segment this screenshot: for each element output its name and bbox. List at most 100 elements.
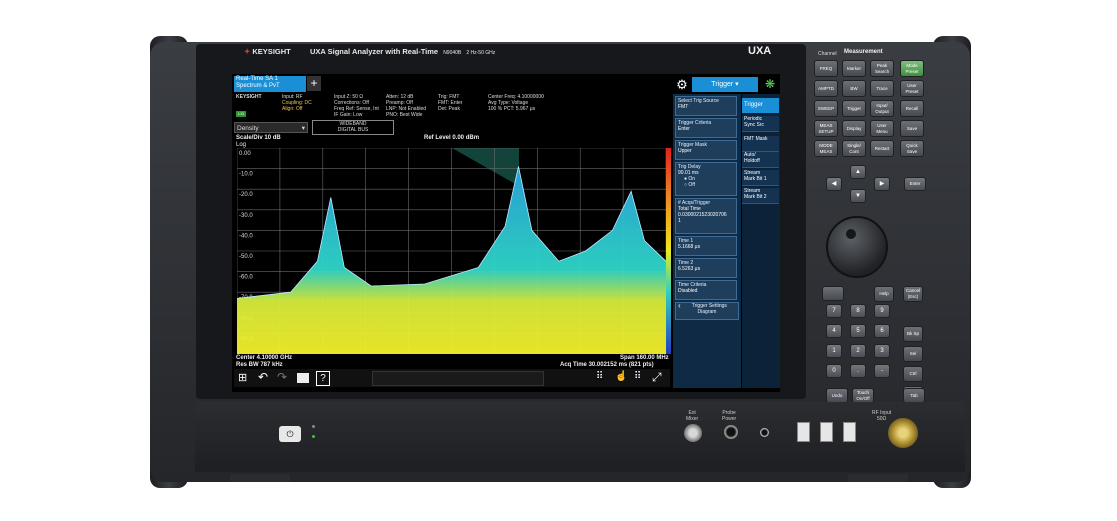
- bottom-key-undo[interactable]: Undo: [826, 388, 848, 403]
- status-col1: Input: RF Coupling: DC Align: Off: [282, 94, 312, 112]
- key-save[interactable]: Save: [900, 120, 924, 137]
- status-col4: Trig: FMT FMT: Enter Det: Peak: [438, 94, 462, 112]
- trigger-item-0[interactable]: Select Trig Source FMT: [675, 96, 737, 116]
- measurement-label: Measurement: [844, 49, 883, 55]
- marker-toolbar[interactable]: [372, 371, 544, 386]
- numpad-key[interactable]: -: [874, 364, 890, 378]
- key-input-output[interactable]: Input/ Output: [870, 100, 894, 117]
- side-key-sel[interactable]: Sel: [903, 346, 923, 362]
- channel-label: Channel: [818, 51, 837, 57]
- trigger-item-1[interactable]: Trigger Criteria Enter: [675, 118, 737, 138]
- key-amptd[interactable]: AMPTD: [814, 80, 838, 97]
- key-display[interactable]: Display: [842, 120, 866, 137]
- sync-icon[interactable]: ❋: [762, 76, 778, 92]
- trigger-item-5[interactable]: Time 1 5.1668 μs: [675, 236, 737, 256]
- add-tab-button[interactable]: +: [307, 76, 321, 91]
- side-key-ctrl[interactable]: Ctrl: [903, 366, 923, 382]
- numpad-key[interactable]: 7: [826, 304, 842, 318]
- spectrum-display[interactable]: 0.00-10.0-20.0-30.0-40.0-50.0-60.0-70.0-…: [237, 148, 671, 354]
- windows-icon[interactable]: ⊞: [238, 371, 247, 384]
- key-marker[interactable]: Marker: [842, 60, 866, 77]
- side-tab-5[interactable]: Stream Mark Bit 2: [742, 188, 779, 204]
- side-key-cancel-esc[interactable]: Cancel (Esc): [903, 286, 923, 302]
- bottom-key-tab[interactable]: Tab: [903, 388, 925, 403]
- numpad-key[interactable]: 2: [850, 344, 866, 358]
- key-bw[interactable]: BW: [842, 80, 866, 97]
- side-tab-2[interactable]: FMT Mask: [742, 136, 779, 152]
- rf-input-connector-icon[interactable]: [888, 418, 918, 448]
- key-quick-save[interactable]: Quick Save: [900, 140, 924, 157]
- folder-icon[interactable]: [297, 373, 309, 383]
- status-col3: Atten: 12 dB Preamp: Off LNP: Not Enable…: [386, 94, 426, 118]
- side-key-help[interactable]: Help: [874, 286, 894, 302]
- power-button[interactable]: ⏻: [279, 426, 301, 442]
- key-mode-preset[interactable]: Mode Preset: [900, 60, 924, 77]
- redo-icon[interactable]: ↷: [277, 370, 287, 384]
- undo-icon[interactable]: ↶: [258, 370, 268, 384]
- numpad-key[interactable]: 4: [826, 324, 842, 338]
- numpad-key[interactable]: 1: [826, 344, 842, 358]
- dots-icon[interactable]: ⠿: [634, 371, 641, 382]
- numpad-key[interactable]: 5: [850, 324, 866, 338]
- enter-button[interactable]: Enter: [904, 177, 926, 191]
- trigger-item-6[interactable]: Time 2 6.5263 μs: [675, 258, 737, 278]
- trigger-item-3[interactable]: Trig Delay 90.01 ms ● On ○ Off: [675, 162, 737, 196]
- probe-power-port-icon[interactable]: [724, 425, 738, 439]
- key-mode-meas[interactable]: MODE MEAS: [814, 140, 838, 157]
- side-tab-0[interactable]: Trigger: [742, 98, 779, 113]
- key-freq[interactable]: FREQ: [814, 60, 838, 77]
- usb-port-2-icon[interactable]: [820, 422, 833, 442]
- trigger-delay-off-radio[interactable]: ○ Off: [684, 182, 734, 188]
- fullscreen-icon[interactable]: ⤢: [652, 370, 662, 385]
- usb-port-1-icon[interactable]: [797, 422, 810, 442]
- side-key-bk-sp[interactable]: Bk Sp: [903, 326, 923, 342]
- key-trace[interactable]: Trace: [870, 80, 894, 97]
- numpad-key[interactable]: 6: [874, 324, 890, 338]
- arrow-up-button[interactable]: ▲: [850, 165, 866, 179]
- foot-right: [848, 474, 908, 482]
- side-tab-1[interactable]: Periodic Sync Src: [742, 116, 779, 132]
- touch-icon[interactable]: ☝: [615, 371, 627, 382]
- key-peak-search[interactable]: Peak Search: [870, 60, 894, 77]
- key-user-menu[interactable]: User Menu: [870, 120, 894, 137]
- numpad-key[interactable]: .: [850, 364, 866, 378]
- key-user-preset[interactable]: User Preset: [900, 80, 924, 97]
- center-freq-label: Center 4.10000 GHz: [236, 355, 293, 361]
- status-if-gain: IF Gain: Low: [334, 112, 363, 118]
- ext-mixer-connector-icon[interactable]: [684, 424, 702, 442]
- acq-time-label: Acq Time 30.002152 ms (821 pts): [560, 362, 654, 368]
- rotary-knob[interactable]: [826, 216, 888, 278]
- key-recall[interactable]: Recall: [900, 100, 924, 117]
- help-icon[interactable]: ?: [316, 371, 330, 386]
- settings-gear-icon[interactable]: ⚙: [674, 77, 690, 92]
- numpad-key[interactable]: 9: [874, 304, 890, 318]
- numpad-key[interactable]: 8: [850, 304, 866, 318]
- arrow-right-button[interactable]: ▶: [874, 177, 890, 191]
- numpad-key[interactable]: 0: [826, 364, 842, 378]
- key-restart[interactable]: Restart: [870, 140, 894, 157]
- usb-port-3-icon[interactable]: [843, 422, 856, 442]
- grid-view-icon[interactable]: ⠿: [596, 371, 603, 382]
- key-trigger[interactable]: Trigger: [842, 100, 866, 117]
- trigger-item-2[interactable]: Trigger Mask Upper: [675, 140, 737, 160]
- numpad-key[interactable]: 3: [874, 344, 890, 358]
- trigger-item-7[interactable]: Time Criteria Disabled: [675, 280, 737, 300]
- arrow-left-button[interactable]: ◀: [826, 177, 842, 191]
- trigger-menu-header[interactable]: Trigger ▾: [692, 77, 758, 92]
- headphone-jack-icon[interactable]: [760, 428, 769, 437]
- key-numpad-minus-esc[interactable]: [822, 286, 844, 301]
- bottom-key-touch-on-off[interactable]: Touch On/Off: [852, 388, 874, 403]
- tab-realtime-sa[interactable]: Real-Time SA 1 Spectrum & PvT: [234, 76, 306, 92]
- side-tab-3[interactable]: Auto/ Holdoff: [742, 152, 779, 168]
- trigger-item-value: Enter: [678, 126, 690, 132]
- trigger-item-value: Upper: [678, 148, 692, 154]
- key-sweep[interactable]: SWEEP: [814, 100, 838, 117]
- dark-teal-wedge: [452, 148, 519, 186]
- key-single-cont[interactable]: Single/ Cont: [842, 140, 866, 157]
- side-tab-4[interactable]: Stream Mark Bit 1: [742, 170, 779, 186]
- arrow-down-button[interactable]: ▼: [850, 189, 866, 203]
- trigger-item-4[interactable]: # Acqs/Trigger Total Time 0.0300021523020…: [675, 198, 737, 234]
- density-dropdown[interactable]: Density ▾: [234, 122, 308, 133]
- trigger-settings-diagram-button[interactable]: ‹ Trigger Settings Diagram: [675, 302, 739, 320]
- key-meas-setup[interactable]: MEAS SETUP: [814, 120, 838, 137]
